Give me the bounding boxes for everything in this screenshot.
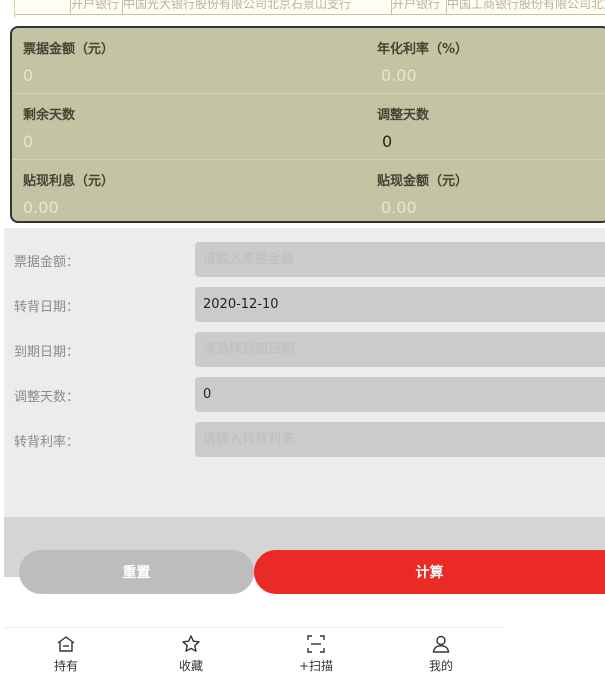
home-icon [57, 636, 75, 652]
scan-icon [307, 635, 325, 653]
transfer-date-label: 转背日期： [14, 300, 80, 315]
due-date-input[interactable] [195, 332, 605, 367]
face-amount-result-label: 票据金额（元） [23, 42, 115, 57]
form-row-transfer-date: 转背日期： [4, 287, 605, 322]
transfer-rate-input[interactable] [195, 422, 605, 457]
bill-cell-bank-name-2: 中国工商银行股份有限公司北京 [446, 0, 605, 14]
discount-amount-result-label: 贴现金额（元） [377, 174, 469, 189]
star-icon [182, 635, 200, 652]
nav-label-favorites: 收藏 [178, 659, 203, 673]
discount-interest-result-value: 0.00 [23, 198, 59, 217]
form-row-face-amount: 票据金额： [4, 242, 605, 277]
due-date-label: 到期日期： [14, 345, 80, 360]
adjust-days-result-value: 0 [382, 132, 393, 151]
adjust-days-result-label: 调整天数 [377, 108, 430, 123]
remaining-days-result-label: 剩余天数 [23, 108, 76, 123]
result-card: 票据金额（元） 0 年化利率（%） 0.00 剩余天数 0 调整天数 0 贴现利… [10, 26, 605, 223]
annual-rate-result-value: 0.00 [381, 66, 417, 85]
face-amount-label: 票据金额： [14, 255, 80, 270]
reset-button[interactable]: 重置 [19, 550, 254, 594]
bill-cell-bank-label: 开户银行 [70, 0, 119, 14]
transfer-date-input[interactable] [195, 287, 605, 322]
adjust-days-label: 调整天数： [14, 390, 80, 405]
adjust-days-input[interactable] [195, 377, 605, 412]
form-row-due-date: 到期日期： [4, 332, 605, 367]
bill-strip-divider [15, 14, 605, 15]
bill-cell-bank-label-2: 开户银行 [391, 0, 440, 14]
bottom-nav: 持有 收藏 +扫描 我的 [4, 627, 504, 675]
bill-info-strip: 开户银行 中国光大银行股份有限公司北京石景山支行 开户银行 中国工商银行股份有限… [14, 0, 605, 18]
annual-rate-result-label: 年化利率（%） [377, 42, 469, 57]
calculate-button[interactable]: 计算 [254, 550, 605, 594]
discount-interest-result-label: 贴现利息（元） [23, 174, 115, 189]
nav-item-mine[interactable]: 我的 [401, 628, 481, 675]
nav-label-hold: 持有 [53, 659, 78, 673]
bill-cell-bank-name: 中国光大银行股份有限公司北京石景山支行 [122, 0, 351, 14]
nav-label-scan: +扫描 [298, 659, 334, 673]
face-amount-result-value: 0 [23, 66, 34, 85]
form-row-adjust-days: 调整天数： [4, 377, 605, 412]
calculator-form: 票据金额： 转背日期： 到期日期： 调整天数： 转背利率： [4, 228, 605, 517]
nav-item-hold[interactable]: 持有 [26, 628, 106, 675]
remaining-days-result-value: 0 [23, 132, 34, 151]
face-amount-input[interactable] [195, 242, 605, 277]
result-row-1: 票据金额（元） 0 年化利率（%） 0.00 [12, 28, 605, 93]
form-row-transfer-rate: 转背利率： [4, 422, 605, 457]
discount-amount-result-value: 0.00 [381, 198, 417, 217]
nav-item-favorites[interactable]: 收藏 [151, 628, 231, 675]
result-row-3: 贴现利息（元） 0.00 贴现金额（元） 0.00 [12, 159, 605, 221]
nav-label-mine: 我的 [428, 659, 453, 673]
nav-item-scan[interactable]: +扫描 [276, 628, 356, 675]
user-icon [432, 635, 450, 653]
transfer-rate-label: 转背利率： [14, 435, 80, 450]
result-row-2: 剩余天数 0 调整天数 0 [12, 93, 605, 159]
